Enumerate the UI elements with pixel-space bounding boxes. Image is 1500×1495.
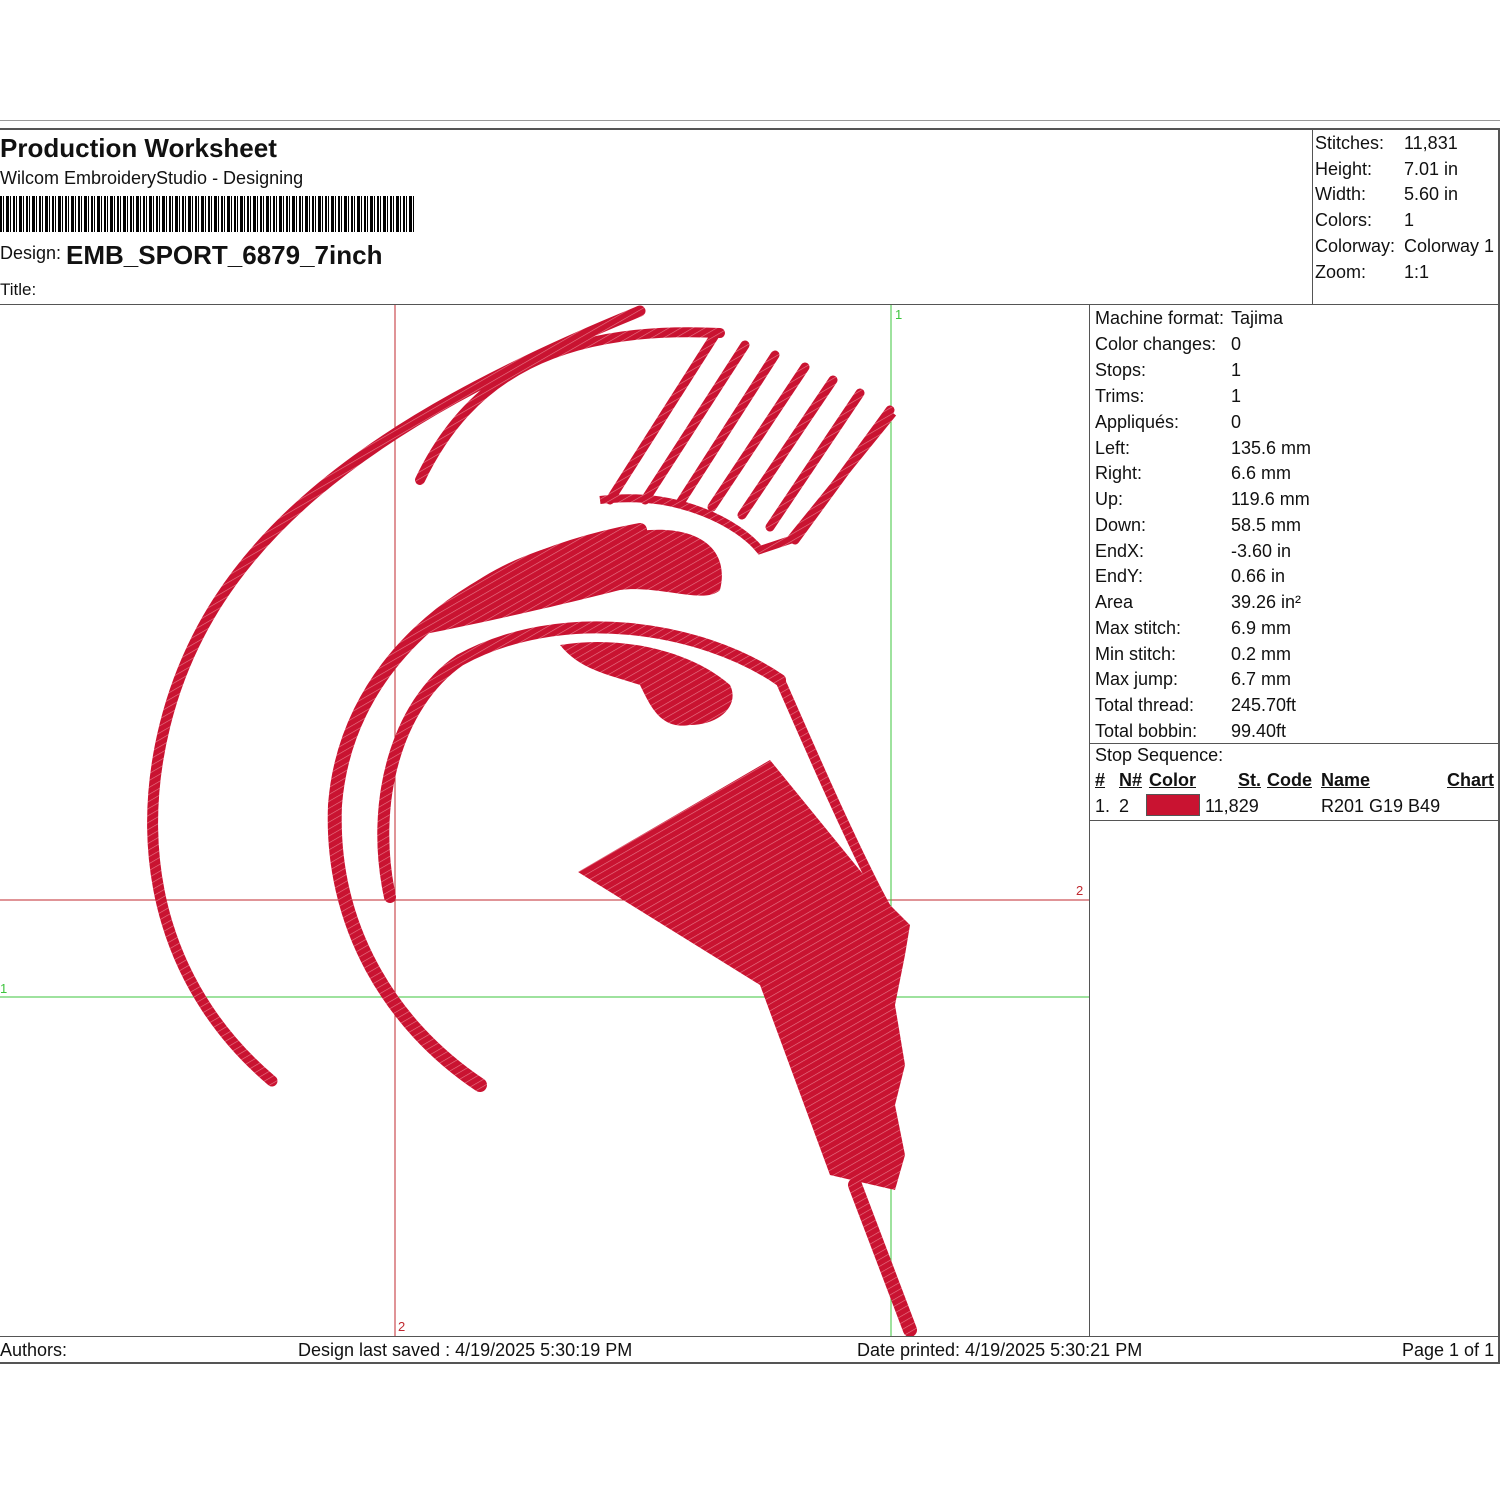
seq-cell-stitches: 11,829 <box>1205 796 1259 816</box>
divider <box>1090 820 1499 821</box>
col-header-name: Name <box>1321 770 1371 790</box>
cheek-guard <box>560 641 733 726</box>
software-name: Wilcom EmbroideryStudio - Designing <box>0 168 304 188</box>
col-header-n: N# <box>1119 770 1143 790</box>
helmet-outer-arc <box>147 305 646 1087</box>
date-printed: Date printed: 4/19/2025 5:30:21 PM <box>857 1340 1143 1360</box>
barcode <box>0 196 416 232</box>
guide-label: 1 <box>0 981 7 996</box>
worksheet-header: Production Worksheet Wilcom EmbroiderySt… <box>0 130 1312 305</box>
seq-cell-n: 2 <box>1119 796 1130 816</box>
col-header-chart: Chart <box>1447 770 1495 790</box>
stop-sequence-title: Stop Sequence: <box>1095 745 1224 765</box>
divider <box>1090 743 1499 744</box>
machine-info-panel: Machine format: Tajima Color changes: 0 St… <box>1089 305 1499 1336</box>
helmet-band <box>420 529 722 635</box>
authors-label: Authors: <box>0 1340 68 1360</box>
thread-color-swatch <box>1146 794 1200 816</box>
page-number: Page 1 of 1 <box>1402 1340 1495 1360</box>
seq-cell-name: R201 G19 B49 <box>1321 796 1441 816</box>
neck-line <box>848 1178 917 1336</box>
top-rule <box>0 120 1500 121</box>
design-label: Design: <box>0 243 62 263</box>
worksheet-title: Production Worksheet <box>0 133 277 163</box>
col-header-code: Code <box>1267 770 1312 790</box>
embroidery-design: 1 2 1 2 <box>0 305 1089 1336</box>
col-header-st: St. <box>1238 770 1262 790</box>
production-worksheet: Production Worksheet Wilcom EmbroiderySt… <box>0 128 1500 1364</box>
guide-label: 2 <box>1076 883 1083 898</box>
guide-label: 1 <box>895 307 902 322</box>
face-guard <box>578 760 910 1190</box>
design-stats: Stitches: 11,831 Height: 7.01 in Width: 5.6… <box>1312 130 1499 305</box>
design-preview: 1 2 1 2 <box>0 305 1089 1336</box>
helmet-crest <box>605 330 895 545</box>
title-label: Title: <box>0 280 37 299</box>
seq-cell-num: 1. <box>1095 796 1111 816</box>
design-name: EMB_SPORT_6879_7inch <box>66 240 383 270</box>
col-header-num: # <box>1095 770 1106 790</box>
worksheet-footer: Authors: Design last saved : 4/19/2025 5… <box>0 1336 1498 1363</box>
col-header-color: Color <box>1149 770 1196 790</box>
guide-label: 2 <box>398 1319 405 1334</box>
last-saved: Design last saved : 4/19/2025 5:30:19 PM <box>298 1340 633 1360</box>
